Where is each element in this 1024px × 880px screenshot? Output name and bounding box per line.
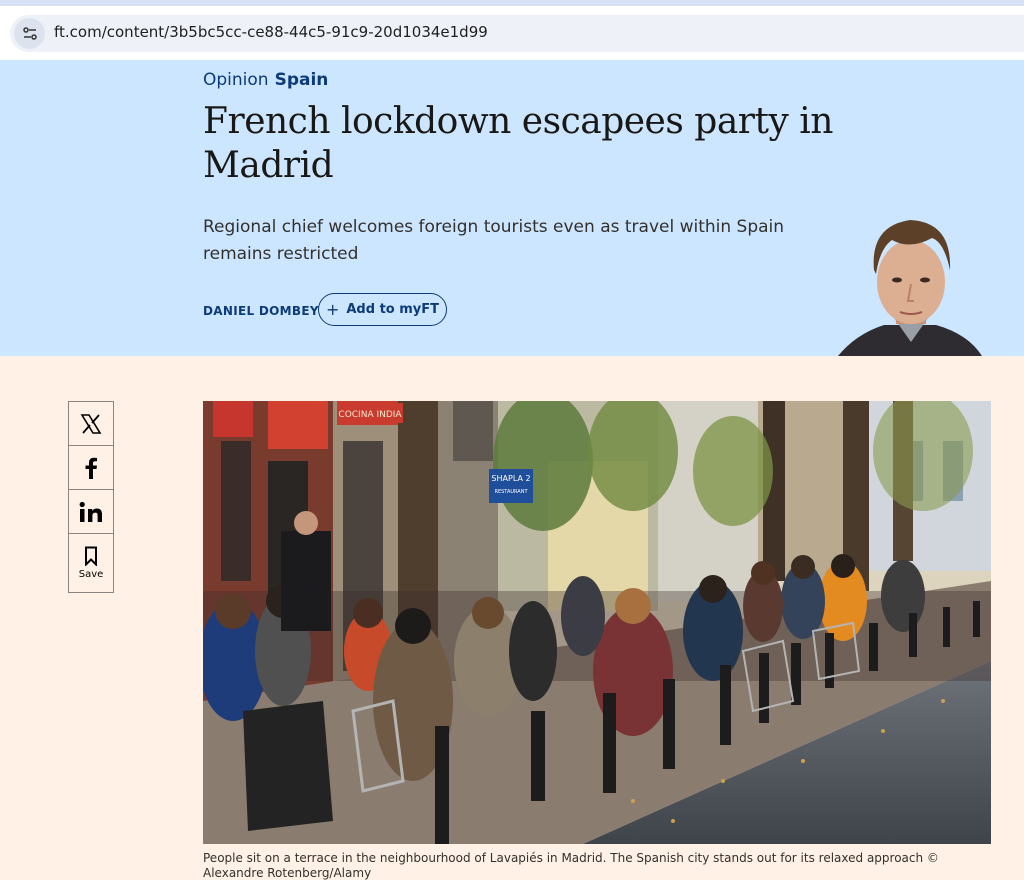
article-header: Opinion Spain French lockdown escapees pa… — [0, 60, 1024, 356]
article-photo: COCINA INDIA SHAPLA 2 RESTAURANT — [203, 401, 991, 844]
author-photo — [838, 220, 982, 356]
author-link[interactable]: DANIEL DOMBEY — [203, 304, 319, 318]
linkedin-icon — [79, 501, 102, 522]
photo-caption: People sit on a terrace in the neighbour… — [203, 851, 939, 880]
topic-line: Opinion Spain — [203, 70, 328, 90]
sign-shapla: SHAPLA 2 — [491, 474, 530, 483]
save-button[interactable]: Save — [68, 533, 114, 593]
share-x-button[interactable] — [68, 401, 114, 445]
plus-icon: + — [325, 300, 340, 319]
share-bar: Save — [68, 401, 114, 593]
browser-address-bar: ft.com/content/3b5bc5cc-ce88-44c5-91c9-2… — [0, 6, 1024, 60]
add-to-myft-label: Add to myFT — [346, 302, 440, 317]
x-icon — [80, 413, 102, 434]
topic-link[interactable]: Spain — [275, 70, 329, 90]
bookmark-icon — [85, 546, 97, 566]
sign-cocina-india: COCINA INDIA — [338, 410, 402, 420]
url-field[interactable]: ft.com/content/3b5bc5cc-ce88-44c5-91c9-2… — [10, 15, 1024, 52]
facebook-icon — [85, 457, 97, 479]
add-to-myft-button[interactable]: + Add to myFT — [318, 293, 447, 326]
sign-restaurant: RESTAURANT — [494, 489, 528, 495]
save-label: Save — [78, 569, 104, 580]
terrace-photo-illustration: COCINA INDIA SHAPLA 2 RESTAURANT — [203, 401, 991, 844]
url-text: ft.com/content/3b5bc5cc-ce88-44c5-91c9-2… — [54, 23, 488, 41]
tune-icon[interactable] — [14, 18, 45, 49]
genre-label: Opinion — [203, 70, 269, 90]
headline: French lockdown escapees party in Madrid — [203, 101, 833, 186]
share-linkedin-button[interactable] — [68, 489, 114, 533]
standfirst: Regional chief welcomes foreign tourists… — [203, 217, 785, 264]
share-facebook-button[interactable] — [68, 445, 114, 489]
